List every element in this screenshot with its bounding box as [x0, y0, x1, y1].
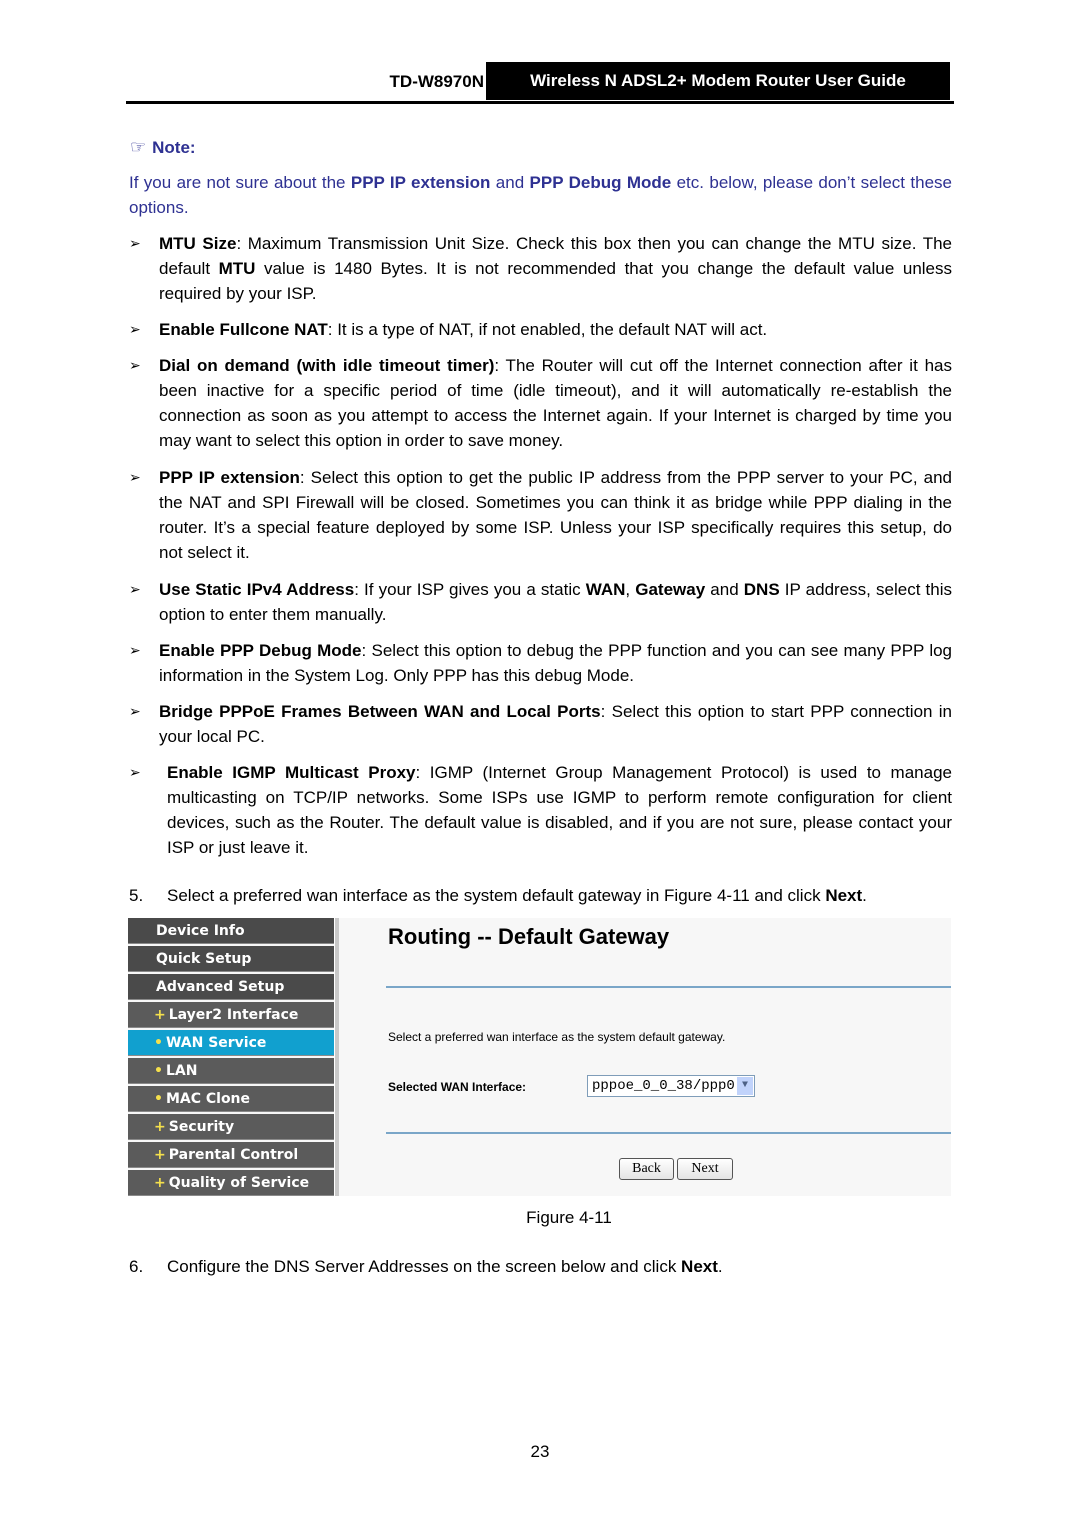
menu-advanced-setup[interactable]: Advanced Setup: [128, 974, 334, 1000]
chevron-down-icon[interactable]: ▼: [737, 1077, 753, 1095]
footer-rule: [386, 1132, 951, 1134]
bullet-ppp-debug: ➢ Enable PPP Debug Mode: Select this opti…: [129, 638, 952, 688]
arrow-bullet-icon: ➢: [129, 581, 141, 597]
menu-lan[interactable]: • LAN: [128, 1058, 334, 1084]
bullet-dot-icon: +: [154, 1007, 166, 1023]
arrow-bullet-icon: ➢: [129, 235, 141, 251]
bullet-igmp-proxy: ➢ Enable IGMP Multicast Proxy: IGMP (Inte…: [129, 760, 952, 860]
step-5: 5. Select a preferred wan interface as th…: [129, 886, 867, 905]
menu-wan-service[interactable]: • WAN Service: [128, 1030, 334, 1056]
wan-interface-label: Selected WAN Interface:: [388, 1080, 527, 1094]
menu-device-info[interactable]: Device Info: [128, 918, 334, 944]
bullet-bridge-pppoe: ➢ Bridge PPPoE Frames Between WAN and Loc…: [129, 699, 952, 749]
bullet-fullcone-nat: ➢ Enable Fullcone NAT: It is a type of NA…: [129, 317, 952, 342]
figure-router-screenshot: Device Info Quick Setup Advanced Setup +…: [128, 918, 951, 1196]
menu-parental-control[interactable]: + Parental Control: [128, 1142, 334, 1168]
bullet-dot-icon: +: [154, 1119, 166, 1135]
content-panel: Routing -- Default Gateway Select a pref…: [386, 918, 951, 1196]
next-button[interactable]: Next: [677, 1158, 733, 1180]
arrow-bullet-icon: ➢: [129, 764, 141, 780]
menu-quality-of-service[interactable]: + Quality of Service: [128, 1170, 334, 1196]
bullet-dot-icon: •: [154, 1035, 163, 1051]
arrow-bullet-icon: ➢: [129, 321, 141, 337]
arrow-bullet-icon: ➢: [129, 357, 141, 373]
header-rule: [126, 101, 954, 104]
bullet-ppp-ip-extension: ➢ PPP IP extension: Select this option to…: [129, 465, 952, 565]
bullet-dot-icon: •: [154, 1063, 163, 1079]
guide-title: Wireless N ADSL2+ Modem Router User Guid…: [486, 62, 950, 100]
bullet-dial-on-demand: ➢ Dial on demand (with idle timeout timer…: [129, 353, 952, 453]
menu-mac-clone[interactable]: • MAC Clone: [128, 1086, 334, 1112]
model-name: TD-W8970N: [389, 72, 484, 91]
note-text: If you are not sure about the PPP IP ext…: [129, 173, 952, 217]
bullet-dot-icon: +: [154, 1175, 166, 1191]
arrow-bullet-icon: ➢: [129, 703, 141, 719]
note-heading: ☞ Note:: [130, 137, 196, 157]
arrow-bullet-icon: ➢: [129, 469, 141, 485]
wan-interface-select[interactable]: pppoe_0_0_38/ppp0 ▼: [587, 1075, 755, 1097]
panel-description: Select a preferred wan interface as the …: [388, 1030, 726, 1044]
back-button[interactable]: Back: [619, 1158, 674, 1180]
figure-caption: Figure 4-11: [526, 1208, 612, 1227]
title-rule: [386, 986, 951, 988]
bullet-dot-icon: •: [154, 1091, 163, 1107]
arrow-bullet-icon: ➢: [129, 642, 141, 658]
menu-layer2-interface[interactable]: + Layer2 Interface: [128, 1002, 334, 1028]
page-title: Routing -- Default Gateway: [388, 924, 670, 949]
bullet-dot-icon: +: [154, 1147, 166, 1163]
router-nav-menu: Device Info Quick Setup Advanced Setup +…: [128, 918, 334, 1198]
bullet-mtu-size: ➢ MTU Size: Maximum Transmission Unit Siz…: [129, 231, 952, 306]
page-header: TD-W8970N Wireless N ADSL2+ Modem Router…: [126, 62, 952, 102]
menu-quick-setup[interactable]: Quick Setup: [128, 946, 334, 972]
pointing-hand-icon: ☞: [130, 137, 147, 157]
step-6: 6. Configure the DNS Server Addresses on …: [129, 1257, 723, 1276]
bullet-static-ipv4: ➢ Use Static IPv4 Address: If your ISP gi…: [129, 577, 952, 627]
menu-divider: [334, 918, 339, 1196]
menu-security[interactable]: + Security: [128, 1114, 334, 1140]
page-number: 23: [530, 1442, 550, 1461]
